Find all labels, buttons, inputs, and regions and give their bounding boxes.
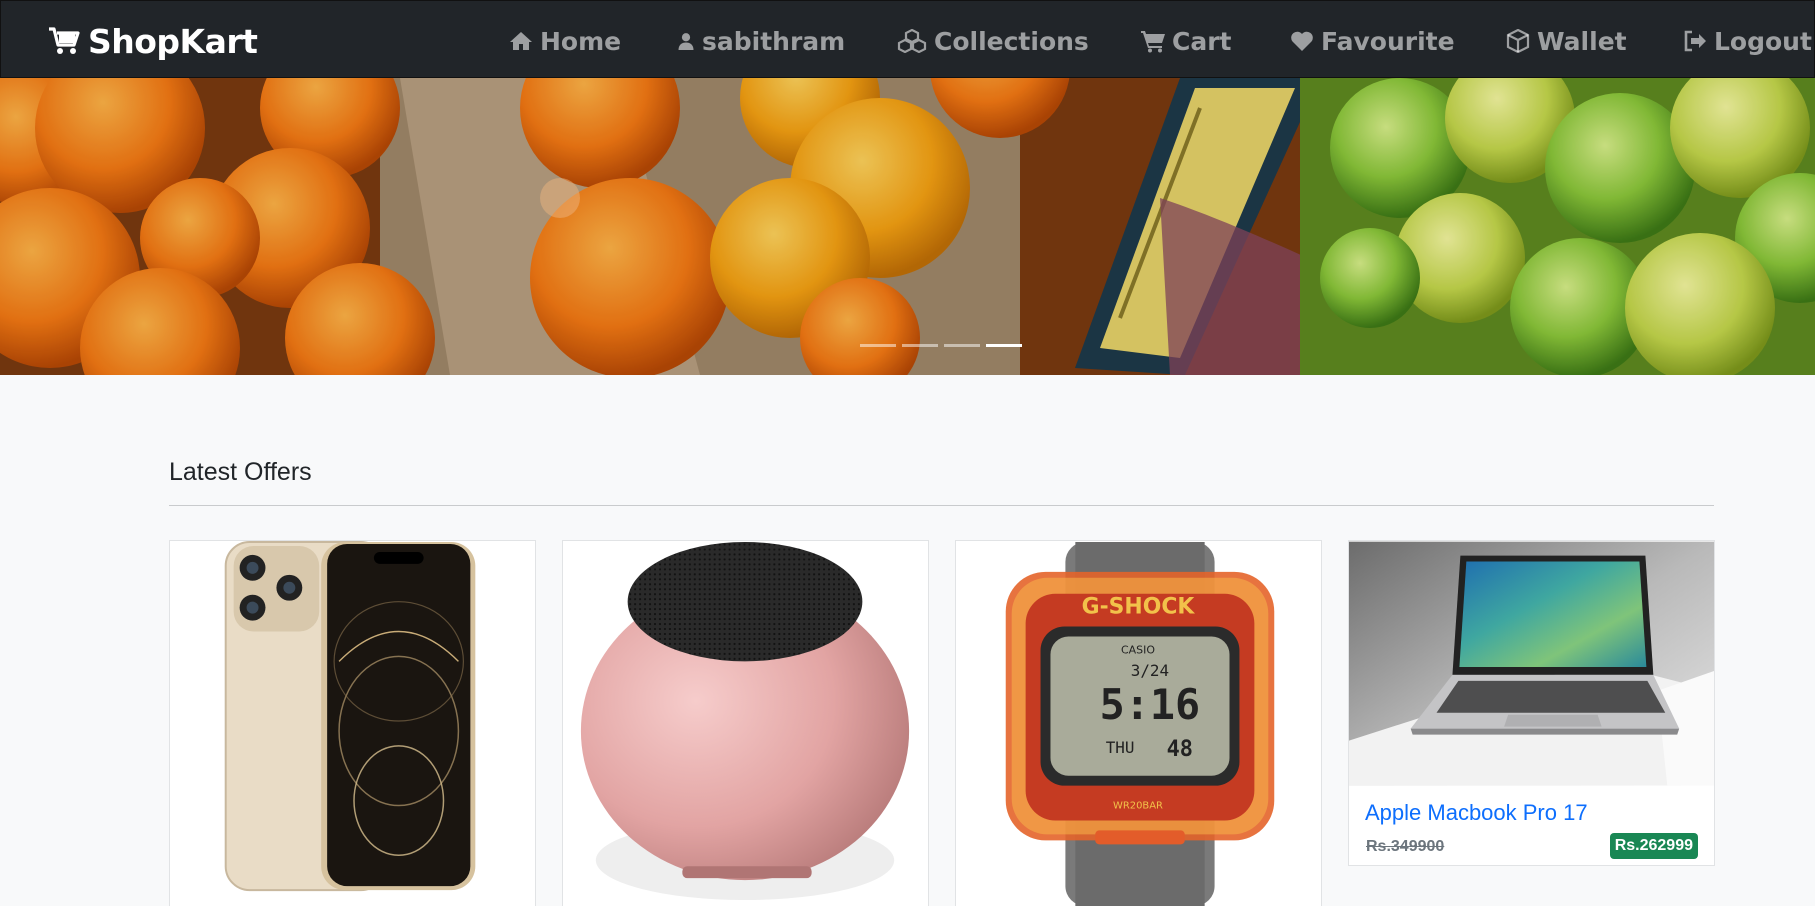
- nav-user[interactable]: sabithram: [677, 23, 845, 59]
- nav-logout[interactable]: Logout: [1683, 23, 1812, 59]
- section-title: Latest Offers: [169, 458, 312, 486]
- product-card[interactable]: [169, 540, 536, 906]
- product-image-iphone: [170, 541, 535, 906]
- cubes-icon: [897, 29, 927, 53]
- product-image-speaker: [563, 541, 928, 906]
- user-icon: [678, 33, 694, 50]
- nav-cart[interactable]: Cart: [1141, 23, 1232, 59]
- card-body: Apple Macbook Pro 17 Rs.349900 Rs.262999: [1349, 786, 1714, 865]
- shopping-cart-icon: [49, 27, 80, 54]
- hero-carousel: [0, 78, 1815, 375]
- svg-text:G-SHOCK: G-SHOCK: [1082, 595, 1196, 620]
- nav-cart-label: Cart: [1172, 26, 1232, 56]
- carousel-indicator[interactable]: [860, 344, 896, 347]
- carousel-indicator-active[interactable]: [986, 344, 1022, 347]
- nav-favourite-label: Favourite: [1321, 26, 1455, 56]
- nav-home-label: Home: [540, 26, 622, 56]
- carousel-indicator[interactable]: [944, 344, 980, 347]
- svg-text:THU: THU: [1106, 738, 1135, 757]
- box-icon: [1506, 29, 1530, 53]
- nav-logout-label: Logout: [1714, 26, 1812, 56]
- nav-wallet[interactable]: Wallet: [1506, 23, 1627, 59]
- product-image-macbook: [1349, 541, 1714, 786]
- svg-text:WR20BAR: WR20BAR: [1113, 801, 1163, 812]
- nav-collections-label: Collections: [934, 26, 1089, 56]
- brand-link[interactable]: ShopKart: [48, 21, 258, 61]
- nav-collections[interactable]: Collections: [897, 23, 1089, 59]
- navbar: ShopKart Home sabithram Collections Cart…: [0, 0, 1815, 78]
- original-price: Rs.349900: [1366, 838, 1445, 855]
- product-card[interactable]: [562, 540, 929, 906]
- offer-price-badge: Rs.262999: [1609, 833, 1698, 859]
- product-image-watch: G-SHOCK CASIO 3/24 5:16 THU 48 WR20BAR: [956, 541, 1321, 906]
- product-name-link[interactable]: Apple Macbook Pro 17: [1365, 800, 1698, 826]
- nav-wallet-label: Wallet: [1537, 26, 1627, 56]
- svg-text:5:16: 5:16: [1100, 680, 1201, 729]
- carousel-slide-image: [0, 78, 1815, 375]
- carousel-indicators: [860, 344, 1022, 347]
- nav-home[interactable]: Home: [509, 23, 621, 59]
- carousel-indicator[interactable]: [902, 344, 938, 347]
- product-card[interactable]: Apple Macbook Pro 17 Rs.349900 Rs.262999: [1348, 540, 1715, 866]
- svg-text:48: 48: [1167, 737, 1193, 762]
- svg-text:3/24: 3/24: [1131, 661, 1169, 680]
- home-icon: [510, 32, 532, 50]
- svg-text:CASIO: CASIO: [1121, 643, 1155, 656]
- nav-user-label: sabithram: [702, 26, 846, 56]
- heart-icon: [1291, 31, 1313, 51]
- product-card[interactable]: G-SHOCK CASIO 3/24 5:16 THU 48 WR20BAR: [955, 540, 1322, 906]
- cart-icon: [1141, 31, 1165, 53]
- divider: [169, 505, 1714, 506]
- sign-out-icon: [1684, 30, 1706, 52]
- nav-favourite[interactable]: Favourite: [1290, 23, 1455, 59]
- brand-name: ShopKart: [88, 21, 258, 61]
